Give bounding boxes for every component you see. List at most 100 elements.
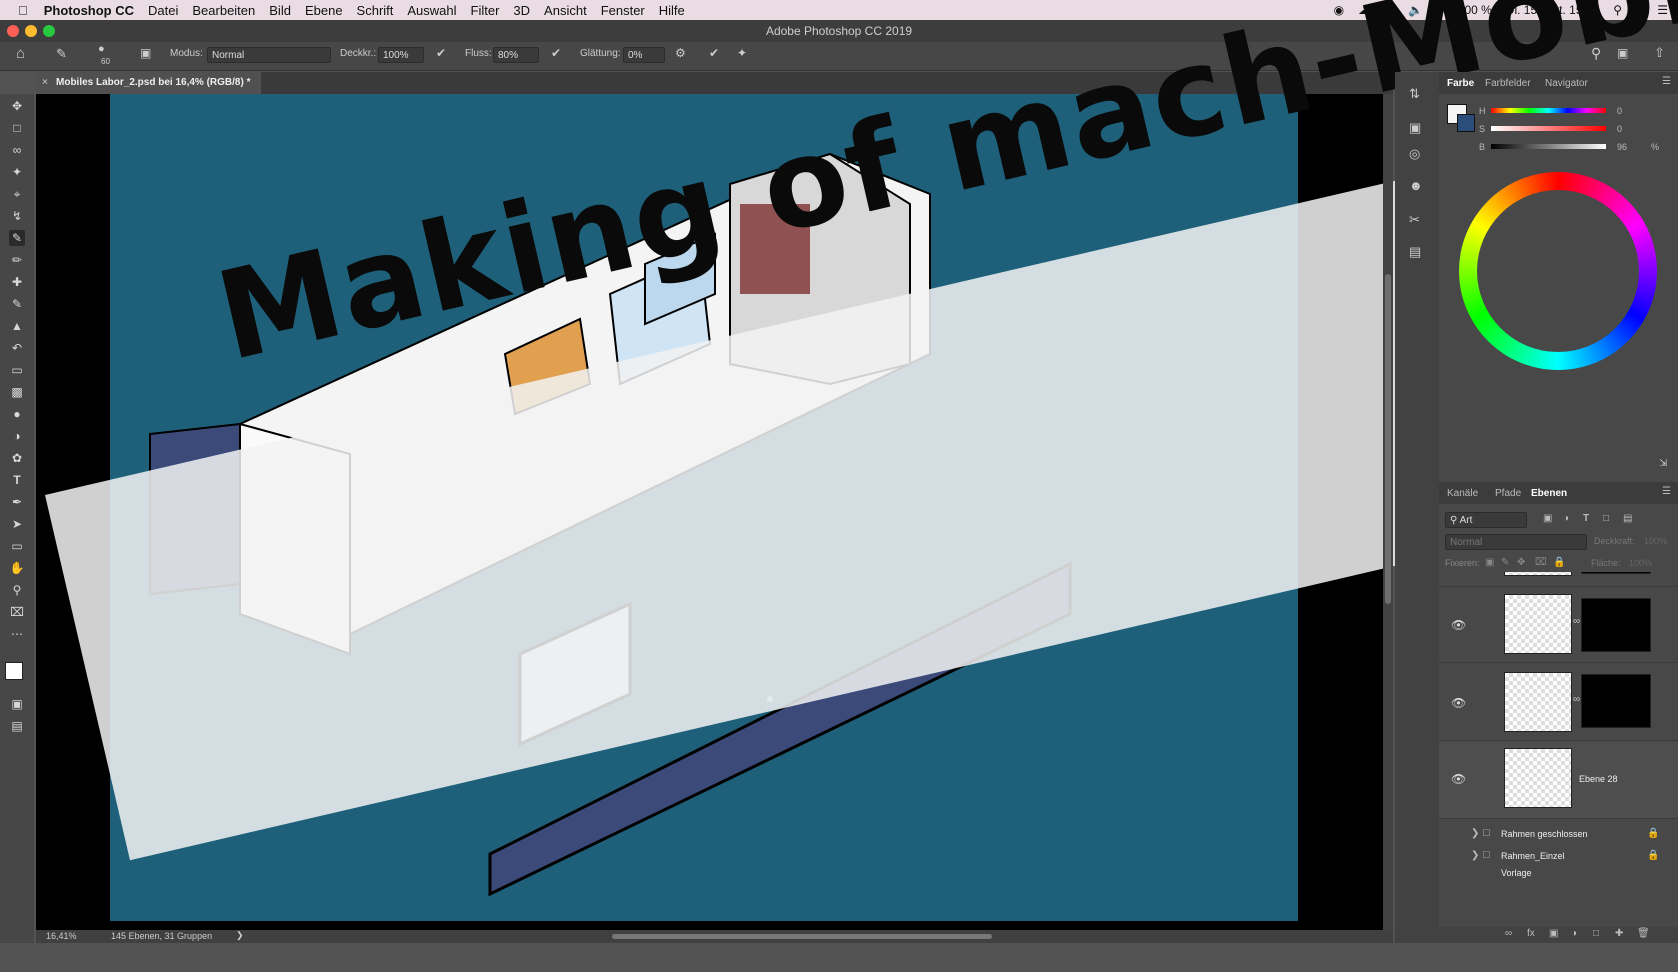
mask-link-icon[interactable]: ∞ xyxy=(1573,616,1580,627)
layer-opacity-value[interactable]: 100% xyxy=(1644,536,1667,546)
layer-row[interactable]: 👁 ∞ xyxy=(1439,664,1678,741)
menu-ebene[interactable]: Ebene xyxy=(305,3,343,18)
layer-row[interactable] xyxy=(1439,572,1678,587)
path-selection-tool-icon[interactable]: ➤ xyxy=(9,516,25,532)
mode-select[interactable]: Normal xyxy=(207,47,331,63)
vertical-scrollbar-thumb[interactable] xyxy=(1385,274,1391,604)
more-tools-icon[interactable]: ⋯ xyxy=(9,626,25,642)
mixer-brush-tool-icon[interactable]: ✎ xyxy=(9,296,25,312)
menu-3d[interactable]: 3D xyxy=(513,3,530,18)
eyedropper-tool-icon[interactable]: ↯ xyxy=(9,208,25,224)
layer-thumbnail[interactable] xyxy=(1504,572,1572,576)
menu-hilfe[interactable]: Hilfe xyxy=(659,3,685,18)
quick-mask-icon[interactable]: ▣ xyxy=(9,696,25,712)
mask-link-icon[interactable]: ∞ xyxy=(1573,694,1580,705)
panel-resize-icon[interactable]: ⇲ xyxy=(1659,458,1667,469)
panel-menu-icon[interactable]: ☰ xyxy=(1662,76,1671,87)
clone-stamp-tool-icon[interactable]: ▲ xyxy=(9,318,25,334)
vertical-scrollbar[interactable] xyxy=(1383,94,1393,930)
layer-style-fx-icon[interactable]: fx xyxy=(1527,928,1535,939)
document-tab[interactable]: × Mobiles Labor_2.psd bei 16,4% (RGB/8) … xyxy=(36,72,261,94)
menu-ansicht[interactable]: Ansicht xyxy=(544,3,587,18)
home-icon[interactable]: ⌂ xyxy=(16,45,25,62)
menu-fenster[interactable]: Fenster xyxy=(601,3,645,18)
rectangle-tool-icon[interactable]: ▭ xyxy=(9,538,25,554)
add-mask-icon[interactable]: ▣ xyxy=(1549,928,1558,939)
move-tool-icon[interactable]: ✥ xyxy=(9,98,25,114)
menu-filter[interactable]: Filter xyxy=(471,3,500,18)
people-icon[interactable]: ☻ xyxy=(1409,178,1423,193)
gradient-tool-icon[interactable]: ▩ xyxy=(9,384,25,400)
expand-chevron-icon[interactable]: ❯ xyxy=(1471,828,1479,839)
lock-icon[interactable]: 🔒 xyxy=(1647,828,1659,839)
screen-mode-icon[interactable]: ▤ xyxy=(9,718,25,734)
menu-schrift[interactable]: Schrift xyxy=(357,3,394,18)
healing-brush-tool-icon[interactable]: ✚ xyxy=(9,274,25,290)
pencil-tool-icon[interactable]: ✏ xyxy=(9,252,25,268)
visibility-eye-icon[interactable]: 👁 xyxy=(1451,696,1466,710)
marquee-tool-icon[interactable]: □ xyxy=(9,120,25,136)
magic-wand-tool-icon[interactable]: ✦ xyxy=(9,164,25,180)
group-name[interactable]: Rahmen_Einzel xyxy=(1501,851,1565,861)
lock-icon[interactable]: 🔒 xyxy=(1647,850,1659,861)
pressure-opacity-icon[interactable]: ✔ xyxy=(436,46,446,60)
crop-tool-icon[interactable]: ⌖ xyxy=(9,186,25,202)
lock-artboard-icon[interactable]: ⌧ xyxy=(1535,557,1547,568)
minimize-window-button[interactable] xyxy=(25,25,37,37)
saturation-value[interactable]: 0 xyxy=(1617,124,1622,134)
saturation-slider[interactable] xyxy=(1491,126,1606,131)
layer-group-row[interactable]: Vorlage xyxy=(1439,866,1678,878)
dodge-tool-icon[interactable]: ◑ xyxy=(9,428,25,444)
group-name[interactable]: Rahmen geschlossen xyxy=(1501,829,1588,839)
layer-mask-thumbnail[interactable] xyxy=(1581,674,1651,728)
opacity-field[interactable]: 100% xyxy=(378,47,424,63)
adjustments-icon[interactable]: ▣ xyxy=(1409,120,1421,136)
library-icon[interactable]: ▤ xyxy=(1409,244,1421,260)
layer-thumbnail[interactable] xyxy=(1504,748,1572,808)
brush-size[interactable]: 60 xyxy=(101,57,110,66)
menu-bild[interactable]: Bild xyxy=(269,3,291,18)
hand-tool-icon[interactable]: ✋ xyxy=(9,560,25,576)
close-tab-icon[interactable]: × xyxy=(42,72,48,94)
link-layers-icon[interactable]: ∞ xyxy=(1505,928,1512,939)
new-layer-icon[interactable]: ✚ xyxy=(1615,928,1623,939)
foreground-color-swatch[interactable] xyxy=(5,662,23,680)
history-brush-tool-icon[interactable]: ↶ xyxy=(9,340,25,356)
horizontal-scrollbar[interactable] xyxy=(612,934,992,939)
zoom-tool-icon[interactable]: ⚲ xyxy=(9,582,25,598)
flow-field[interactable]: 80% xyxy=(493,47,539,63)
menu-datei[interactable]: Datei xyxy=(148,3,178,18)
layer-row[interactable]: 👁 ∞ xyxy=(1439,586,1678,663)
brush-tool-preset-icon[interactable]: ✎ xyxy=(56,46,67,62)
filter-shape-icon[interactable]: □ xyxy=(1603,513,1609,524)
visibility-eye-icon[interactable]: 👁 xyxy=(1451,618,1466,632)
tools-icon[interactable]: ✂ xyxy=(1409,212,1420,228)
hue-value[interactable]: 0 xyxy=(1617,106,1622,116)
brush-tool-icon[interactable]: ✎ xyxy=(9,230,25,246)
expand-chevron-icon[interactable]: ❯ xyxy=(1471,850,1479,861)
lock-pixels-icon[interactable]: ▣ xyxy=(1485,557,1494,568)
properties-icon[interactable]: ◎ xyxy=(1409,146,1420,162)
tab-pfade[interactable]: Pfade xyxy=(1495,488,1521,499)
artboard-tool-icon[interactable]: ⌧ xyxy=(9,604,25,620)
apple-icon[interactable]:  xyxy=(18,3,28,18)
layer-thumbnail[interactable] xyxy=(1504,594,1572,654)
layer-filter-select[interactable]: ⚲ Art xyxy=(1445,512,1527,528)
symmetry-icon[interactable]: ✦ xyxy=(737,46,747,60)
layer-thumbnail[interactable] xyxy=(1504,672,1572,732)
pressure-size-icon[interactable]: ✔ xyxy=(709,46,719,60)
blend-mode-select[interactable]: Normal xyxy=(1445,534,1587,550)
layer-row[interactable]: 👁 Ebene 28 xyxy=(1439,742,1678,819)
background-color-chip[interactable] xyxy=(1457,114,1475,132)
lock-all-icon[interactable]: 🔒 xyxy=(1553,557,1565,568)
layer-name[interactable]: Ebene 28 xyxy=(1579,774,1618,784)
tab-farbe[interactable]: Farbe xyxy=(1447,78,1474,89)
menu-app-name[interactable]: Photoshop CC xyxy=(44,3,134,18)
color-wheel[interactable] xyxy=(1459,172,1657,370)
eraser-tool-icon[interactable]: ▭ xyxy=(9,362,25,378)
filter-pixel-icon[interactable]: ▣ xyxy=(1543,513,1552,524)
filter-type-icon[interactable]: T xyxy=(1583,513,1589,524)
zoom-level[interactable]: 16,41% xyxy=(46,931,77,941)
hue-slider[interactable] xyxy=(1491,108,1606,113)
type-tool-icon[interactable]: T xyxy=(9,472,25,488)
